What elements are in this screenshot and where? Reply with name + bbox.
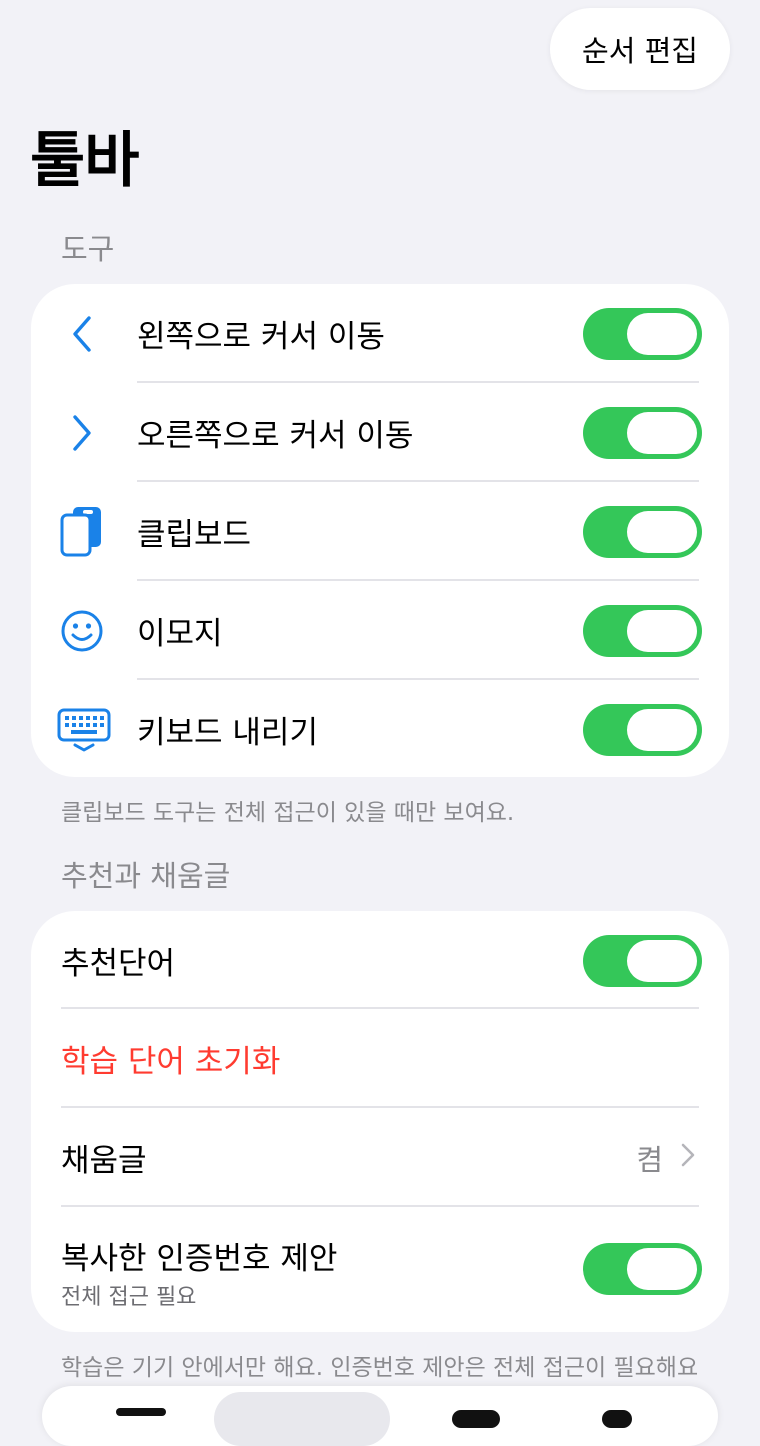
tool-row-dismiss-keyboard[interactable]: 키보드 내리기 <box>31 680 729 777</box>
edit-order-button[interactable]: 순서 편집 <box>550 8 730 90</box>
cursor-right-toggle[interactable] <box>583 407 702 459</box>
suggest-copied-codes-toggle[interactable] <box>583 1243 702 1295</box>
smiley-icon <box>53 603 111 659</box>
tool-label: 클립보드 <box>137 517 252 553</box>
dismiss-keyboard-toggle[interactable] <box>583 704 702 756</box>
tool-label: 키보드 내리기 <box>137 715 318 751</box>
suggestions-footnote: 학습은 기기 안에서만 해요. 인증번호 제안은 전체 접근이 필요해요 <box>61 1355 699 1381</box>
clipboard-icon <box>53 504 111 560</box>
tool-row-emoji[interactable]: 이모지 <box>31 581 729 680</box>
bottom-bar-selected-tab[interactable] <box>214 1392 390 1446</box>
keyboard-bottom-bar <box>42 1386 718 1446</box>
row-label: 추천단어 <box>61 946 176 982</box>
emoji-toggle[interactable] <box>583 605 702 657</box>
autofill-status: 켬 <box>636 1142 663 1177</box>
bottom-bar-icon[interactable] <box>116 1408 166 1416</box>
chevron-left-icon <box>53 306 111 362</box>
row-label: 복사한 인증번호 제안 <box>61 1241 338 1277</box>
tools-card: 왼쪽으로 커서 이동 오른쪽으로 커서 이동 클립보드 이모지 키보드 내리기 <box>31 284 729 777</box>
autofill-value: 켬 <box>636 1108 695 1207</box>
keyboard-dismiss-icon <box>55 702 113 758</box>
chevron-right-icon <box>681 1140 695 1175</box>
page-title: 툴바 <box>30 126 139 196</box>
row-label: 채움글 <box>61 1143 147 1179</box>
section-header-tools: 도구 <box>61 232 115 266</box>
word-suggestions-toggle[interactable] <box>583 935 702 987</box>
tool-label: 이모지 <box>137 616 223 652</box>
tool-row-cursor-left[interactable]: 왼쪽으로 커서 이동 <box>31 284 729 383</box>
row-suggest-copied-codes[interactable]: 복사한 인증번호 제안 전체 접근 필요 <box>31 1207 729 1332</box>
tool-label: 왼쪽으로 커서 이동 <box>137 319 385 355</box>
section-header-suggestions: 추천과 채움글 <box>61 859 231 893</box>
row-autofill[interactable]: 채움글 켬 <box>31 1108 729 1207</box>
row-word-suggestions[interactable]: 추천단어 <box>31 911 729 1010</box>
suggestions-card: 추천단어 학습 단어 초기화 채움글 켬 복사한 인증번호 제안 전체 접근 필… <box>31 911 729 1332</box>
tool-label: 오른쪽으로 커서 이동 <box>137 418 414 454</box>
tool-row-clipboard[interactable]: 클립보드 <box>31 482 729 581</box>
chevron-right-icon <box>53 405 111 461</box>
reset-learned-words-button[interactable]: 학습 단어 초기화 <box>31 1009 729 1108</box>
tools-footnote: 클립보드 도구는 전체 접근이 있을 때만 보여요. <box>61 800 515 826</box>
row-label: 학습 단어 초기화 <box>61 1044 281 1080</box>
tool-row-cursor-right[interactable]: 오른쪽으로 커서 이동 <box>31 383 729 482</box>
cursor-left-toggle[interactable] <box>583 308 702 360</box>
bottom-bar-icon[interactable] <box>452 1410 500 1428</box>
bottom-bar-icon[interactable] <box>602 1410 632 1428</box>
clipboard-toggle[interactable] <box>583 506 702 558</box>
row-sublabel: 전체 접근 필요 <box>61 1285 197 1310</box>
